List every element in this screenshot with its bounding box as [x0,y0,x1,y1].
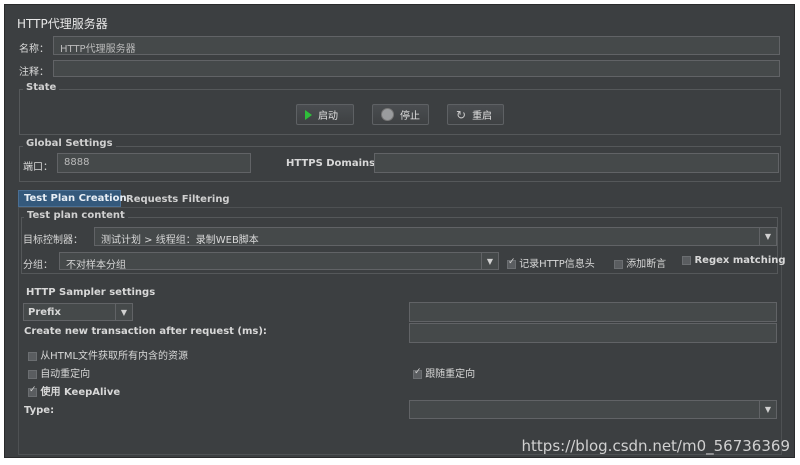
record-headers-option[interactable]: 记录HTTP信息头 [507,255,595,270]
regex-matching-option[interactable]: Regex matching [682,255,786,266]
test-plan-content-title: Test plan content [24,210,128,221]
comment-input[interactable] [53,60,780,77]
retrieve-resources-checkbox[interactable] [28,351,37,361]
transaction-input[interactable] [409,323,777,343]
restart-button[interactable]: ↻ 重启 [447,104,504,125]
target-controller-select[interactable]: 测试计划 > 线程组：录制WEB脚本 ▼ [94,227,777,246]
http-proxy-panel: HTTP代理服务器 名称： HTTP代理服务器 注释： State 启动 停止 … [4,4,795,458]
https-domains-input[interactable] [374,153,779,173]
stop-icon [381,108,394,121]
start-button[interactable]: 启动 [296,104,354,125]
port-label: 端口： [23,162,53,173]
port-input[interactable]: 8888 [57,153,251,173]
follow-redirect-checkbox[interactable] [413,367,422,379]
follow-redirect-option[interactable]: 跟随重定向 [413,365,475,380]
grouping-value: 不对样本分组 [66,260,126,271]
add-assertions-option[interactable]: 添加断言 [614,255,666,270]
regex-matching-label: Regex matching [694,255,786,266]
stop-button[interactable]: 停止 [372,104,429,125]
keepalive-label: 使用 KeepAlive [40,387,121,398]
retrieve-resources-label: 从HTML文件获取所有内含的资源 [40,351,189,362]
global-settings-title: Global Settings [23,138,116,149]
auto-redirect-checkbox[interactable] [28,369,37,379]
stop-button-label: 停止 [400,111,420,122]
record-headers-label: 记录HTTP信息头 [519,259,595,270]
follow-redirect-label: 跟随重定向 [425,369,476,380]
retrieve-resources-option[interactable]: 从HTML文件获取所有内含的资源 [28,347,188,362]
chevron-down-icon[interactable]: ▼ [759,228,776,245]
tab-test-plan-creation[interactable]: Test Plan Creation [18,190,127,207]
target-controller-label: 目标控制器： [23,235,83,246]
name-label: 名称： [19,44,49,55]
type-select[interactable]: ▼ [409,400,777,419]
add-assertions-checkbox[interactable] [614,259,623,269]
prefix-value: Prefix [28,307,61,318]
tab-requests-filtering[interactable]: Requests Filtering [121,191,230,208]
sampler-settings-title: HTTP Sampler settings [26,287,156,298]
auto-redirect-option[interactable]: 自动重定向 [28,365,90,380]
auto-redirect-label: 自动重定向 [40,369,91,380]
name-input[interactable]: HTTP代理服务器 [53,36,780,55]
type-label: Type: [24,405,55,416]
regex-matching-checkbox[interactable] [682,255,691,265]
record-headers-checkbox[interactable] [507,257,516,269]
prefix-select[interactable]: Prefix ▼ [23,303,133,321]
https-domains-label: HTTPS Domains: [286,158,380,169]
target-controller-value: 测试计划 > 线程组：录制WEB脚本 [101,235,259,246]
grouping-select[interactable]: 不对样本分组 ▼ [59,252,499,271]
add-assertions-label: 添加断言 [626,259,667,270]
comment-label: 注释： [19,67,49,78]
keepalive-checkbox[interactable] [28,385,37,397]
grouping-label: 分组： [23,260,53,271]
keepalive-option[interactable]: 使用 KeepAlive [28,383,120,398]
page-title: HTTP代理服务器 [17,17,108,31]
transaction-label: Create new transaction after request (ms… [24,326,267,337]
restart-icon: ↻ [456,107,467,122]
chevron-down-icon[interactable]: ▼ [115,304,132,320]
play-icon [305,109,312,120]
chevron-down-icon[interactable]: ▼ [759,401,776,418]
state-group-title: State [23,82,60,93]
restart-button-label: 重启 [472,111,493,122]
chevron-down-icon[interactable]: ▼ [481,253,498,269]
watermark-text: https://blog.csdn.net/m0_56736369 [521,437,790,455]
start-button-label: 启动 [318,111,338,122]
prefix-text-input[interactable] [409,302,777,322]
